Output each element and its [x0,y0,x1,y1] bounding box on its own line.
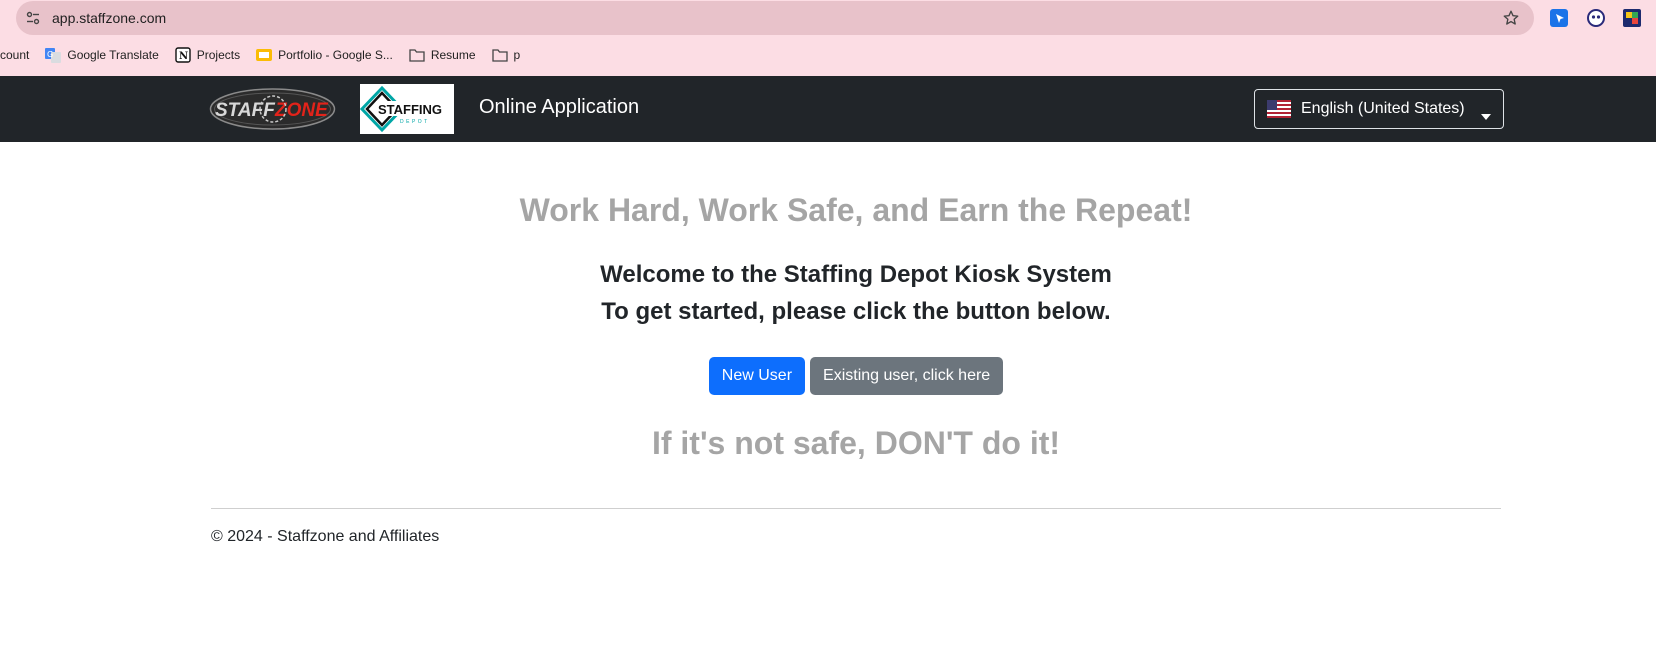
action-buttons: New User Existing user, click here [0,357,1656,395]
svg-text:STAFFING: STAFFING [378,102,442,117]
folder-icon [409,47,425,63]
bookmark-star-icon[interactable] [1502,9,1520,27]
cursor-extension-icon[interactable] [1549,8,1569,28]
staffzone-logo[interactable]: STAFF ZONE [209,86,336,132]
svg-text:N: N [179,51,188,62]
svg-text:STAFF: STAFF [215,100,276,121]
bookmark-label: Resume [430,48,476,62]
bookmarks-bar: count G Google Translate N Projects Port… [0,42,536,68]
folder-icon [491,47,508,63]
safety-heading: If it's not safe, DON'T do it! [651,425,1061,461]
footer-divider [211,508,1501,509]
puzzle-extension-icon[interactable] [1622,8,1642,28]
tagline-heading: Work Hard, Work Safe, and Earn the Repea… [519,192,1193,228]
bookmark-label: p [513,48,521,62]
site-info-icon[interactable] [16,1,50,35]
url-text[interactable]: app.staffzone.com [52,10,166,26]
bookmark-label: Portfolio - Google S... [278,48,393,62]
bookmark-p-folder[interactable]: p [491,47,521,63]
notion-icon: N [175,47,191,63]
bookmark-google-translate[interactable]: G Google Translate [45,47,159,63]
language-label: English (United States) [1301,100,1465,117]
instruction-heading: To get started, please click the button … [601,298,1111,325]
us-flag-icon [1267,100,1291,118]
address-bar[interactable]: app.staffzone.com [16,1,1534,35]
bookmark-portfolio[interactable]: Portfolio - Google S... [256,47,393,63]
welcome-heading: Welcome to the Staffing Depot Kiosk Syst… [600,261,1112,288]
footer-copyright: © 2024 - Staffzone and Affiliates [211,528,440,545]
bookmark-resume-folder[interactable]: Resume [409,47,476,63]
bookmark-label: Google Translate [67,48,159,62]
svg-text:ZONE: ZONE [274,100,329,121]
bookmark-projects[interactable]: N Projects [175,47,240,63]
ghost-extension-icon[interactable] [1586,8,1606,28]
browser-toolbar: app.staffzone.com count G Google Transla… [0,0,1656,76]
new-user-button[interactable]: New User [708,357,806,395]
google-slides-icon [256,47,273,63]
language-select[interactable]: English (United States) [1254,89,1504,129]
site-header: STAFF ZONE STAFFING DEPOT Online Applica… [0,76,1656,142]
existing-user-button[interactable]: Existing user, click here [810,357,1004,395]
google-translate-icon: G [45,47,62,63]
svg-text:G: G [47,50,53,59]
bookmark-label: count [0,48,30,62]
staffing-depot-logo[interactable]: STAFFING DEPOT [359,84,454,134]
chevron-down-icon [1481,107,1491,120]
bookmark-label: Projects [196,48,241,62]
svg-text:DEPOT: DEPOT [400,119,430,125]
bookmark-account[interactable]: count [0,48,29,62]
page-title[interactable]: Online Application [479,96,639,119]
